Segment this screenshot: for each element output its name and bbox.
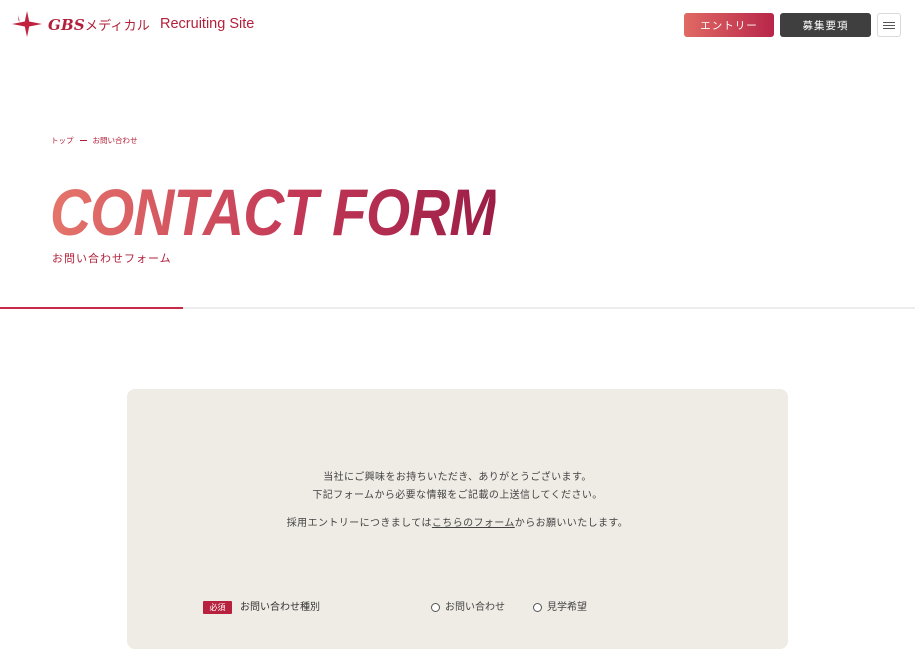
page-subtitle: お問い合わせフォーム (52, 252, 172, 265)
entry-form-link[interactable]: こちらのフォーム (432, 518, 515, 529)
breadcrumb-home-link[interactable]: トップ (51, 135, 74, 146)
section-divider-accent (0, 307, 183, 309)
intro-text-line2: 下記フォームから必要な情報をご記載の上送信してください。 (312, 490, 603, 501)
radio-inquiry[interactable]: お問い合わせ (431, 601, 505, 614)
site-logo[interactable]: GBSメディカル Recruiting Site (12, 11, 254, 37)
recruit-info-button[interactable]: 募集要項 (780, 13, 871, 37)
intro-entry-prefix: 採用エントリーにつきましては (286, 518, 432, 529)
logo-star-icon (12, 11, 42, 37)
required-badge: 必須 (203, 601, 232, 614)
intro-text-line3: 採用エントリーにつきましてはこちらのフォームからお願いいたします。 (127, 514, 788, 529)
entry-button[interactable]: エントリー (684, 13, 774, 37)
hamburger-menu-icon[interactable] (877, 13, 901, 37)
breadcrumb-separator (79, 140, 87, 141)
radio-inquiry-label: お問い合わせ (445, 602, 505, 613)
inquiry-type-label: お問い合わせ種別 (240, 602, 320, 613)
radio-circle-icon[interactable] (431, 603, 440, 612)
radio-circle-icon[interactable] (533, 603, 542, 612)
logo-brand-text: GBSメディカル (48, 15, 151, 34)
breadcrumb: トップ お問い合わせ (51, 135, 138, 146)
inquiry-type-field: 必須 お問い合わせ種別 お問い合わせ 見学希望 (203, 601, 763, 617)
contact-form-panel: 当社にご興味をお持ちいただき、ありがとうございます。 下記フォームから必要な情報… (127, 389, 788, 649)
breadcrumb-current: お問い合わせ (92, 136, 138, 145)
intro-entry-suffix: からお願いいたします。 (514, 518, 629, 529)
site-header: GBSメディカル Recruiting Site エントリー 募集要項 (0, 0, 915, 52)
radio-tour-request[interactable]: 見学希望 (533, 601, 587, 614)
intro-text-line1: 当社にご興味をお持ちいただき、ありがとうございます。 (323, 472, 592, 483)
logo-subtitle: Recruiting Site (160, 16, 255, 32)
page-title: CONTACT FORM (50, 172, 497, 252)
radio-tour-label: 見学希望 (547, 602, 587, 613)
